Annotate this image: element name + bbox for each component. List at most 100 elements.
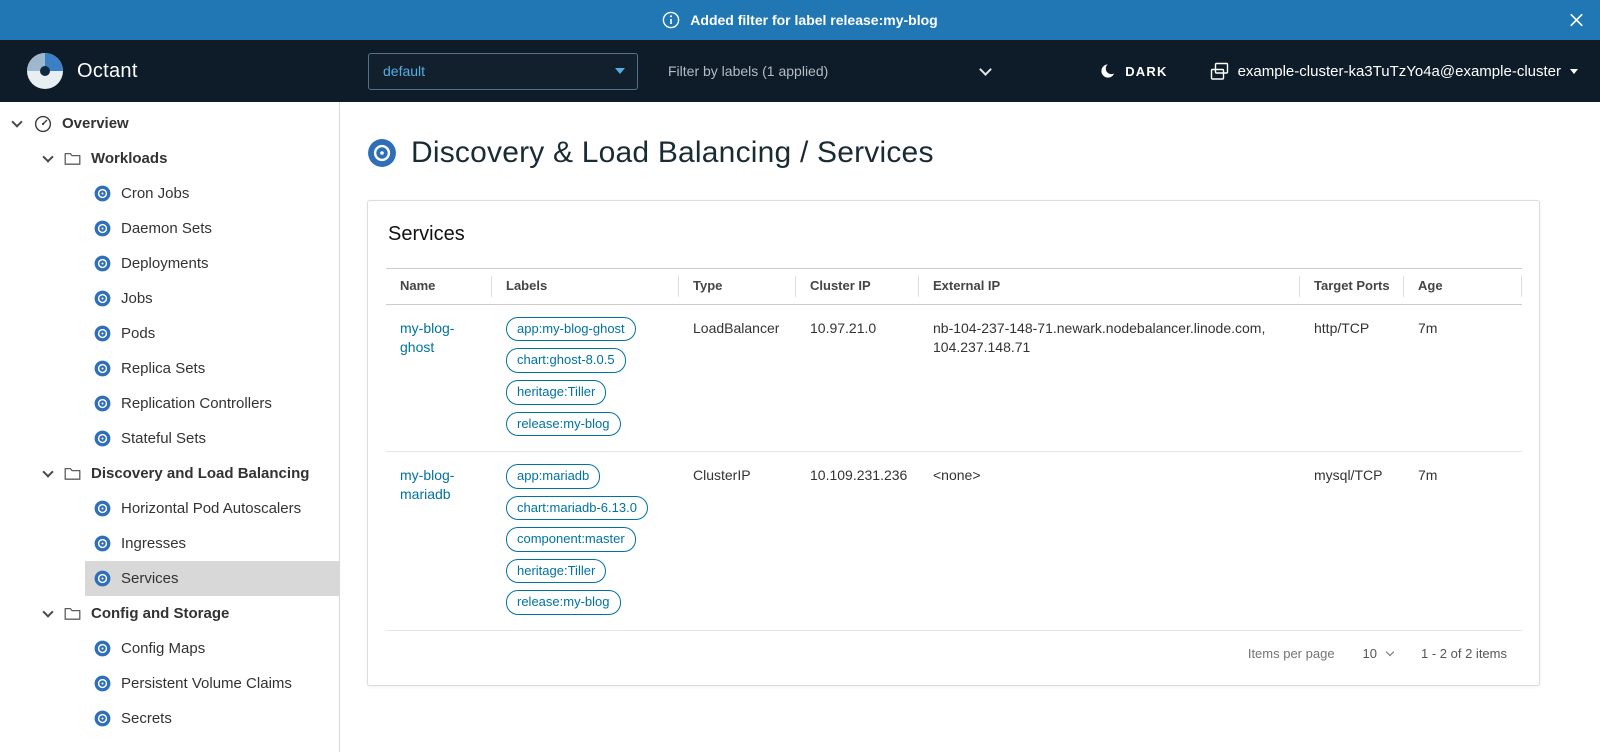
label-badge[interactable]: component:master [506, 527, 636, 552]
theme-toggle-label: DARK [1125, 64, 1167, 79]
namespace-value: default [383, 63, 425, 79]
sidebar-item-label: Horizontal Pod Autoscalers [121, 500, 301, 517]
sidebar-item-pods[interactable]: Pods [0, 316, 339, 351]
config-maps-icon [94, 640, 111, 657]
sidebar-item-label: Stateful Sets [121, 430, 206, 447]
theme-toggle-button[interactable]: DARK [1100, 63, 1167, 79]
notification-bar: Added filter for label release:my-blog [0, 0, 1600, 40]
table-row: my-blog-mariadb app:mariadb chart:mariadb-… [386, 452, 1522, 631]
sidebar-item-overview[interactable]: Overview [0, 106, 339, 141]
chevron-down-icon [979, 63, 992, 76]
chevron-down-icon[interactable] [42, 151, 53, 162]
sidebar-item-horizontal-pod-autoscalers[interactable]: Horizontal Pod Autoscalers [0, 491, 339, 526]
service-name-link[interactable]: my-blog-ghost [400, 320, 454, 355]
label-badge-row: component:master [506, 527, 665, 552]
cron-jobs-icon [94, 185, 111, 202]
column-header-external-ip: External IP [919, 269, 1300, 305]
label-badge-row: app:my-blog-ghost [506, 317, 665, 342]
sidebar-item-persistent-volume-claims[interactable]: Persistent Volume Claims [0, 666, 339, 701]
page-title-text: Discovery & Load Balancing / Services [411, 136, 934, 170]
cluster-name: example-cluster-ka3TuTzYo4a@example-clus… [1238, 63, 1561, 80]
notification-message: Added filter for label release:my-blog [690, 12, 937, 28]
cluster-select[interactable]: example-cluster-ka3TuTzYo4a@example-clus… [1210, 62, 1578, 81]
sidebar-nav: OverviewWorkloads Cron Jobs Daemon Sets Dep… [0, 102, 340, 752]
sidebar-group-discovery-and-load-balancing[interactable]: Discovery and Load Balancing [0, 456, 339, 491]
label-badge[interactable]: app:mariadb [506, 464, 600, 489]
sidebar-group-label: Config and Storage [91, 605, 229, 622]
app-header: Octant default Filter by labels (1 appli… [0, 40, 1600, 102]
label-badge-row: chart:mariadb-6.13.0 [506, 496, 665, 521]
moon-icon [1100, 63, 1116, 79]
label-badge[interactable]: release:my-blog [506, 412, 621, 437]
sidebar-group-workloads[interactable]: Workloads [0, 141, 339, 176]
label-badge[interactable]: heritage:Tiller [506, 559, 606, 584]
sidebar-item-label: Pods [121, 325, 155, 342]
sidebar-item-replica-sets[interactable]: Replica Sets [0, 351, 339, 386]
chevron-down-icon [615, 68, 625, 74]
label-badge[interactable]: release:my-blog [506, 590, 621, 615]
column-header-age: Age [1404, 269, 1522, 305]
column-header-labels: Labels [492, 269, 679, 305]
cluster-ip-cell: 10.97.21.0 [796, 304, 919, 451]
card-title: Services [388, 223, 1521, 246]
app-title: Octant [77, 60, 138, 83]
column-header-type: Type [679, 269, 796, 305]
sidebar-item-label: Replication Controllers [121, 395, 272, 412]
sidebar-item-replication-controllers[interactable]: Replication Controllers [0, 386, 339, 421]
page-size-select[interactable]: 10 [1363, 646, 1393, 661]
sidebar-item-label: Secrets [121, 710, 172, 727]
sidebar-item-stateful-sets[interactable]: Stateful Sets [0, 421, 339, 456]
sidebar-item-label: Cron Jobs [121, 185, 189, 202]
replica-sets-icon [94, 360, 111, 377]
sidebar-item-label: Deployments [121, 255, 209, 272]
deployments-icon [94, 255, 111, 272]
services-icon [94, 570, 111, 587]
cluster-icon [1210, 62, 1229, 81]
page-layout: OverviewWorkloads Cron Jobs Daemon Sets Dep… [0, 102, 1600, 752]
table-row: my-blog-ghost app:my-blog-ghost chart:ghos… [386, 304, 1522, 451]
page-size-value: 10 [1363, 646, 1377, 661]
service-name-cell: my-blog-mariadb [386, 452, 492, 631]
label-badge-row: release:my-blog [506, 412, 665, 437]
chevron-down-icon[interactable] [11, 116, 22, 127]
service-name-link[interactable]: my-blog-mariadb [400, 467, 454, 502]
sidebar-item-config-maps[interactable]: Config Maps [0, 631, 339, 666]
folder-icon [64, 466, 81, 481]
chevron-down-icon[interactable] [42, 466, 53, 477]
sidebar-item-cron-jobs[interactable]: Cron Jobs [0, 176, 339, 211]
close-icon[interactable] [1569, 13, 1584, 28]
sidebar-group-config-and-storage[interactable]: Config and Storage [0, 596, 339, 631]
octant-logo [26, 52, 64, 90]
sidebar-item-ingresses[interactable]: Ingresses [0, 526, 339, 561]
sidebar-item-jobs[interactable]: Jobs [0, 281, 339, 316]
label-badge-row: heritage:Tiller [506, 380, 665, 405]
label-badge[interactable]: chart:mariadb-6.13.0 [506, 496, 648, 521]
label-badge[interactable]: app:my-blog-ghost [506, 317, 636, 342]
label-badge-row: chart:ghost-8.0.5 [506, 348, 665, 373]
sidebar-item-label: Persistent Volume Claims [121, 675, 292, 692]
label-badge-row: heritage:Tiller [506, 559, 665, 584]
overview-icon [34, 115, 52, 133]
column-header-cluster-ip: Cluster IP [796, 269, 919, 305]
label-badge[interactable]: chart:ghost-8.0.5 [506, 348, 626, 373]
sidebar-item-deployments[interactable]: Deployments [0, 246, 339, 281]
horizontal-pod-autoscalers-icon [94, 500, 111, 517]
namespace-select[interactable]: default [368, 53, 638, 90]
label-filter-select[interactable]: Filter by labels (1 applied) [668, 63, 990, 79]
chevron-down-icon[interactable] [42, 606, 53, 617]
target-ports-cell: http/TCP [1300, 304, 1404, 451]
sidebar-item-secrets[interactable]: Secrets [0, 701, 339, 736]
sidebar-item-label: Replica Sets [121, 360, 205, 377]
external-ip-cell: nb-104-237-148-71.newark.nodebalancer.li… [919, 304, 1300, 451]
column-header-target-ports: Target Ports [1300, 269, 1404, 305]
services-table-body: my-blog-ghost app:my-blog-ghost chart:ghos… [386, 304, 1522, 630]
sidebar-group-label: Discovery and Load Balancing [91, 465, 309, 482]
sidebar-item-label: Daemon Sets [121, 220, 212, 237]
labels-cell: app:my-blog-ghost chart:ghost-8.0.5 herita… [492, 304, 679, 451]
label-filter-text: Filter by labels (1 applied) [668, 63, 828, 79]
label-badge-row: release:my-blog [506, 590, 665, 615]
label-badge[interactable]: heritage:Tiller [506, 380, 606, 405]
sidebar-item-services[interactable]: Services [0, 561, 339, 596]
sidebar-item-daemon-sets[interactable]: Daemon Sets [0, 211, 339, 246]
stateful-sets-icon [94, 430, 111, 447]
